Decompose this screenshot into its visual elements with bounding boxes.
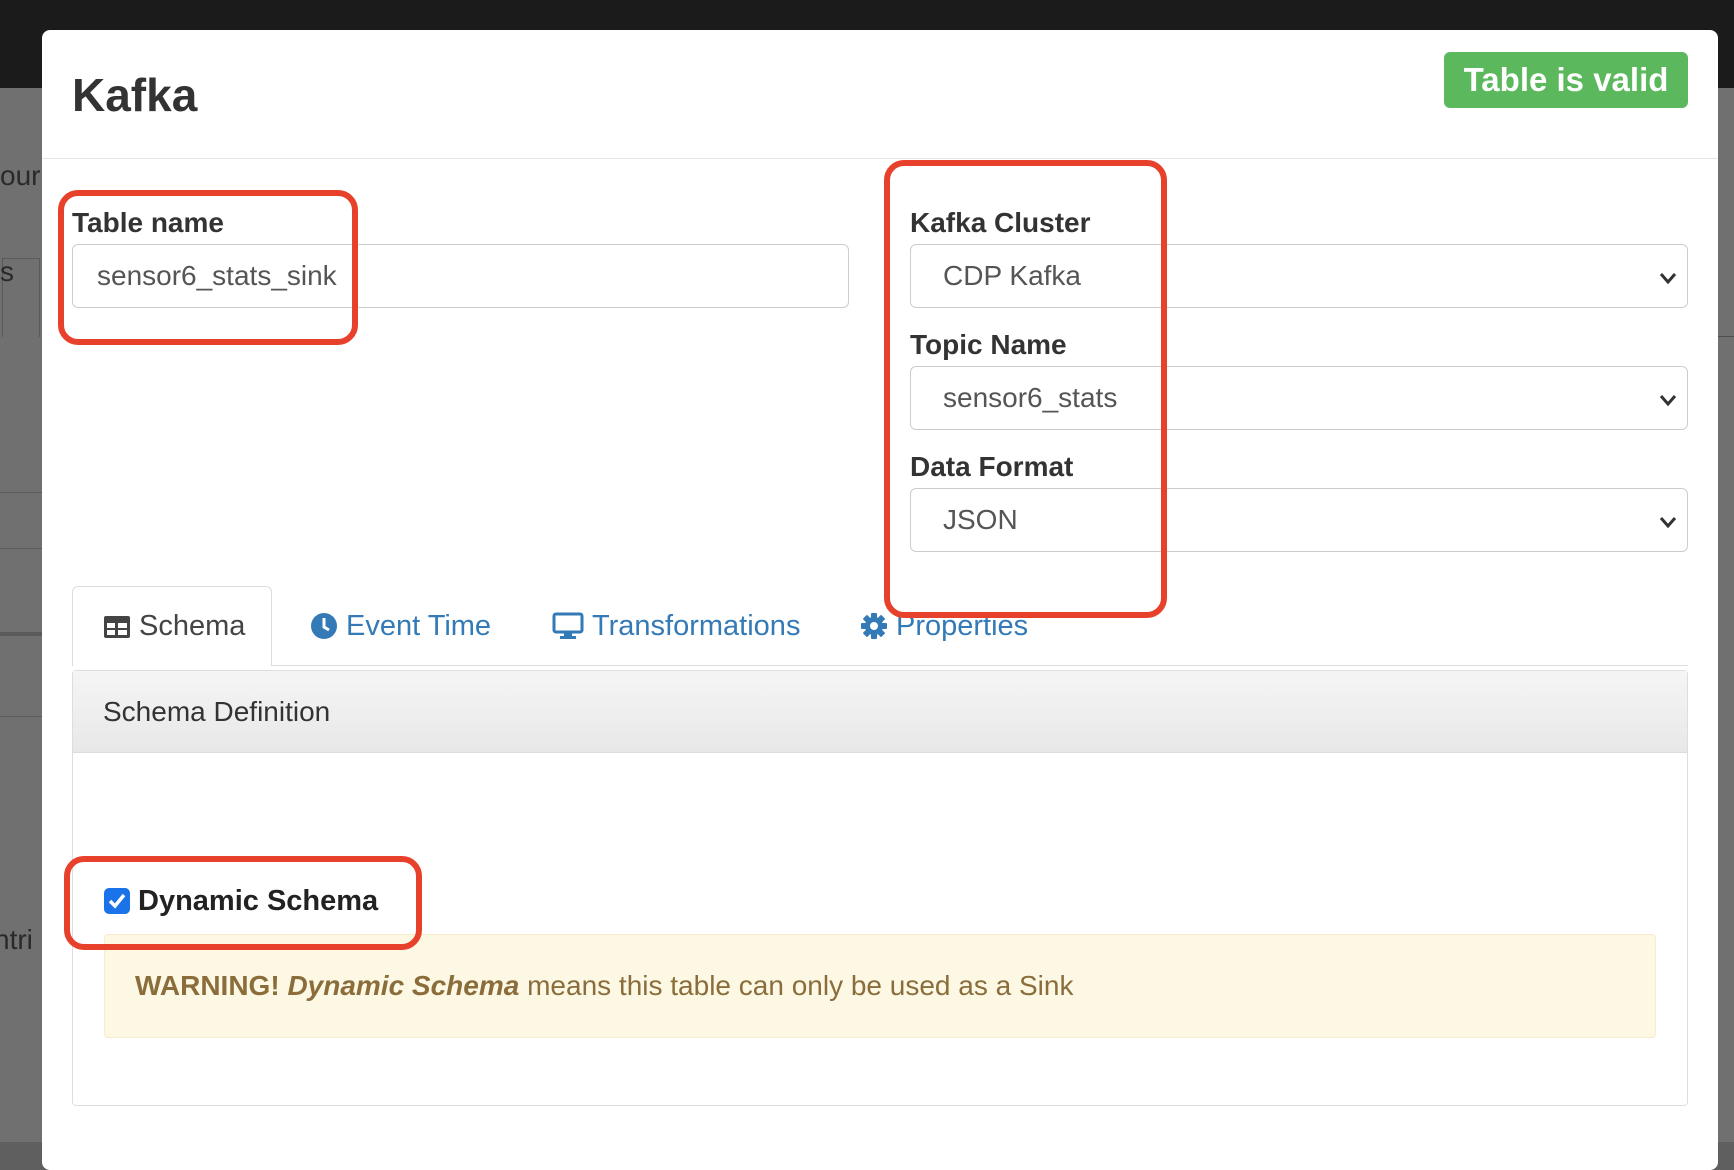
background-text-fragment: our [0, 160, 41, 191]
background-text-fragment: s [0, 256, 14, 287]
chevron-down-icon [1659, 517, 1677, 529]
highlight-table-name [58, 190, 358, 345]
tab-transformations-label: Transformations [592, 609, 801, 642]
modal-header: Kafka Table is valid [42, 30, 1718, 159]
tab-divider [72, 665, 1688, 666]
clock-icon [311, 613, 337, 639]
tab-transformations[interactable]: Transformations [552, 586, 800, 666]
table-valid-badge: Table is valid [1444, 52, 1688, 108]
background-divider [0, 716, 44, 717]
tab-schema[interactable]: Schema [72, 586, 272, 666]
modal-title: Kafka [72, 69, 198, 121]
tab-schema-label: Schema [139, 610, 246, 642]
warning-prefix: WARNING! [135, 970, 280, 1001]
background-divider [0, 548, 44, 549]
kafka-table-modal: Kafka Table is valid Table name sensor6_… [42, 30, 1718, 1170]
highlight-kafka-settings [884, 160, 1167, 618]
tab-event-time-label: Event Time [346, 609, 492, 642]
highlight-dynamic-schema [64, 856, 422, 950]
schema-definition-heading: Schema Definition [73, 671, 1687, 753]
monitor-icon [552, 612, 584, 639]
warning-text: means this table can only be used as a S… [527, 970, 1074, 1001]
chevron-down-icon [1659, 395, 1677, 407]
background-page-left: our s ntri [0, 88, 44, 1142]
gear-icon [861, 613, 887, 639]
background-divider [0, 492, 44, 493]
table-icon [104, 615, 130, 638]
background-text-fragment: ntri [0, 924, 33, 955]
background-divider [0, 632, 44, 636]
chevron-down-icon [1659, 273, 1677, 285]
tab-event-time[interactable]: Event Time [310, 586, 491, 666]
warning-emphasis: Dynamic Schema [287, 970, 520, 1001]
